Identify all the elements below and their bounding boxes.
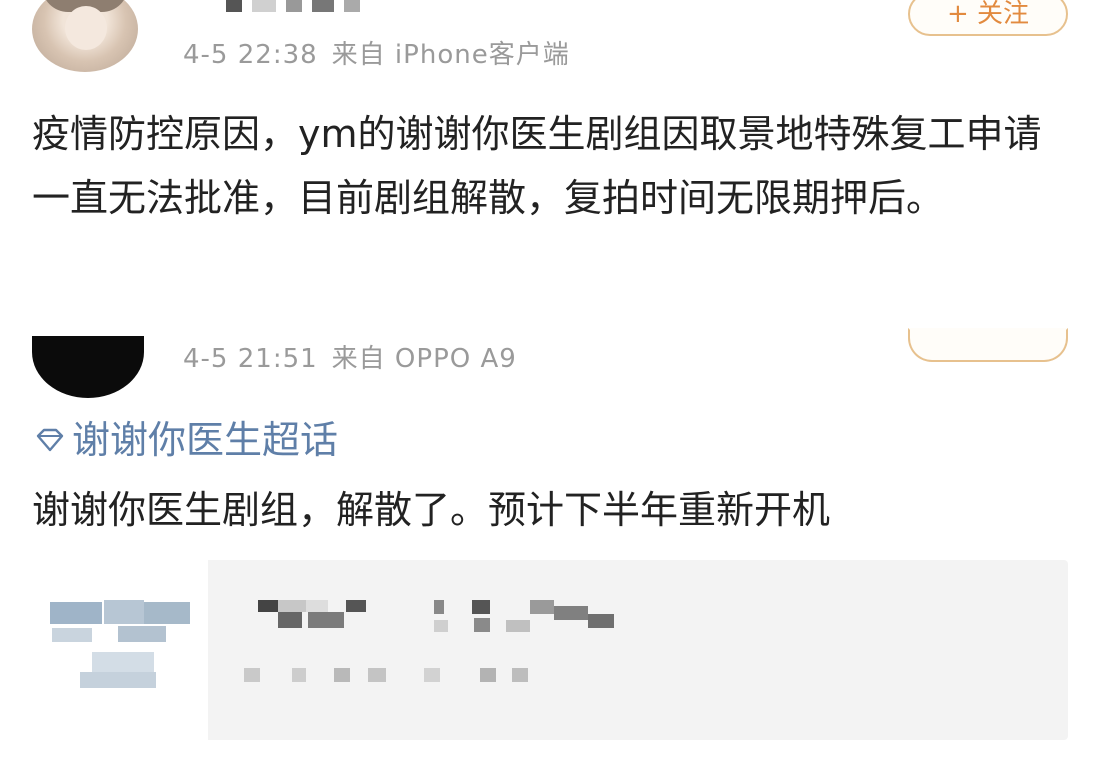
- post-time: 4-5 21:51: [183, 344, 318, 374]
- topic-link[interactable]: 谢谢你医生超话: [32, 414, 338, 466]
- card-thumbnail: [32, 560, 208, 740]
- diamond-topic-icon: [36, 428, 64, 452]
- topic-label: 谢谢你医生超话: [72, 418, 339, 462]
- mosaic-block: [50, 602, 102, 624]
- mosaic-block: [52, 628, 92, 642]
- post-source: 来自 iPhone客户端: [331, 40, 570, 70]
- mosaic-block: [306, 600, 328, 612]
- mosaic-block: [434, 620, 448, 632]
- mosaic-block: [344, 0, 360, 12]
- mosaic-block: [424, 668, 440, 682]
- mosaic-block: [104, 600, 144, 624]
- mosaic-block: [506, 620, 530, 632]
- mosaic-block: [258, 600, 278, 612]
- mosaic-block: [530, 600, 554, 614]
- mosaic-block: [588, 614, 614, 628]
- weibo-post-2: 4-5 21:51 来自 OPPO A9 谢谢你医生超话 谢谢你医生剧组，解散了。…: [0, 318, 1104, 761]
- avatar[interactable]: [32, 0, 138, 72]
- mosaic-block: [334, 668, 350, 682]
- mosaic-block: [512, 668, 528, 682]
- mosaic-block: [308, 612, 344, 628]
- mosaic-block: [480, 668, 496, 682]
- post-meta: 4-5 22:38 来自 iPhone客户端: [183, 34, 570, 71]
- mosaic-block: [434, 600, 444, 614]
- mosaic-block: [368, 668, 386, 682]
- mosaic-block: [118, 626, 166, 642]
- mosaic-block: [312, 0, 334, 12]
- mosaic-block: [80, 672, 156, 688]
- mosaic-block: [472, 600, 490, 614]
- mosaic-block: [244, 668, 260, 682]
- mosaic-block: [554, 606, 588, 620]
- post-time: 4-5 22:38: [183, 40, 318, 70]
- follow-button[interactable]: [908, 328, 1068, 362]
- post-content: 疫情防控原因，ym的谢谢你医生剧组因取景地特殊复工申请一直无法批准，目前剧组解散…: [32, 112, 1042, 220]
- post-content: 谢谢你医生剧组，解散了。预计下半年重新开机: [32, 488, 831, 532]
- mosaic-block: [144, 602, 190, 624]
- username-redacted[interactable]: [226, 0, 360, 12]
- mosaic-block: [252, 0, 276, 12]
- post-meta: 4-5 21:51 来自 OPPO A9: [183, 338, 517, 375]
- avatar-face: [65, 6, 107, 50]
- mosaic-block: [278, 612, 302, 628]
- mosaic-block: [292, 668, 306, 682]
- mosaic-block: [226, 0, 242, 12]
- follow-button[interactable]: + 关注: [908, 0, 1068, 36]
- mosaic-block: [474, 618, 490, 632]
- avatar[interactable]: [32, 336, 144, 398]
- mosaic-block: [278, 600, 306, 612]
- mosaic-block: [346, 600, 366, 612]
- mosaic-block: [92, 652, 154, 672]
- link-card[interactable]: [32, 560, 1068, 740]
- mosaic-block: [286, 0, 302, 12]
- weibo-post-1: 4-5 22:38 来自 iPhone客户端 + 关注 疫情防控原因，ym的谢谢你…: [0, 0, 1104, 300]
- post-source: 来自 OPPO A9: [331, 344, 517, 374]
